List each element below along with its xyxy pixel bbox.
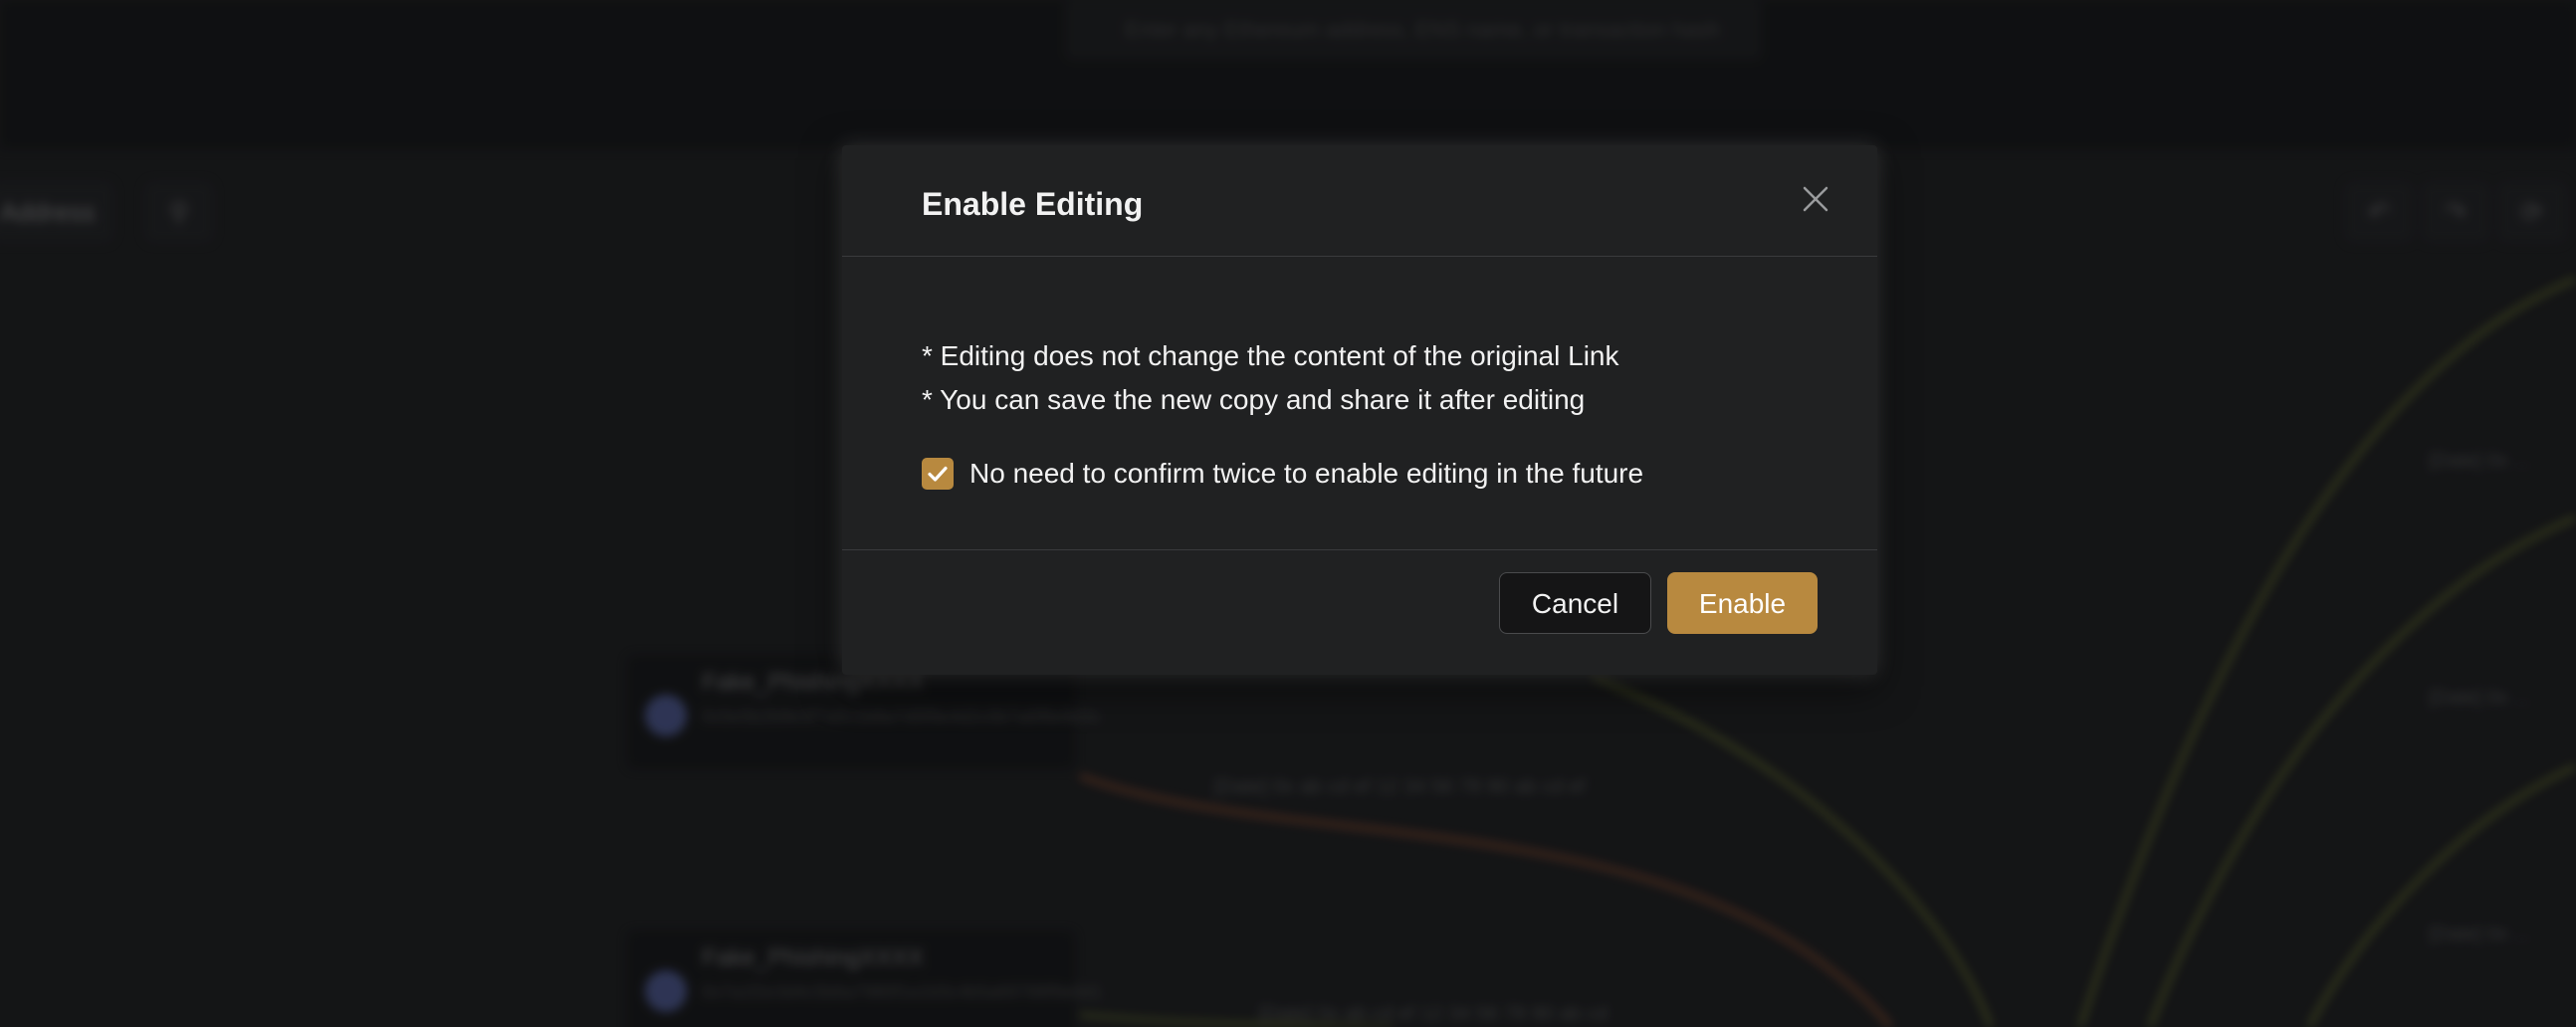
dialog-header: Enable Editing — [842, 145, 1877, 257]
app-window: Enter any Ethereum address, ENS name, or… — [0, 0, 2576, 1027]
dialog-title: Enable Editing — [922, 186, 1144, 222]
enable-button[interactable]: Enable — [1667, 572, 1818, 634]
note-line-1: * Editing does not change the content of… — [922, 340, 1619, 371]
close-icon[interactable] — [1798, 181, 1833, 217]
note-line-2: * You can save the new copy and share it… — [922, 384, 1586, 415]
cancel-button[interactable]: Cancel — [1499, 572, 1651, 634]
confirm-checkbox-label[interactable]: No need to confirm twice to enable editi… — [969, 458, 1643, 490]
enable-editing-dialog: Enable Editing * Editing does not change… — [842, 145, 1877, 675]
confirm-checkbox[interactable] — [922, 458, 954, 490]
checkmark-icon — [928, 466, 948, 482]
dialog-footer: Cancel Enable — [842, 549, 1877, 675]
